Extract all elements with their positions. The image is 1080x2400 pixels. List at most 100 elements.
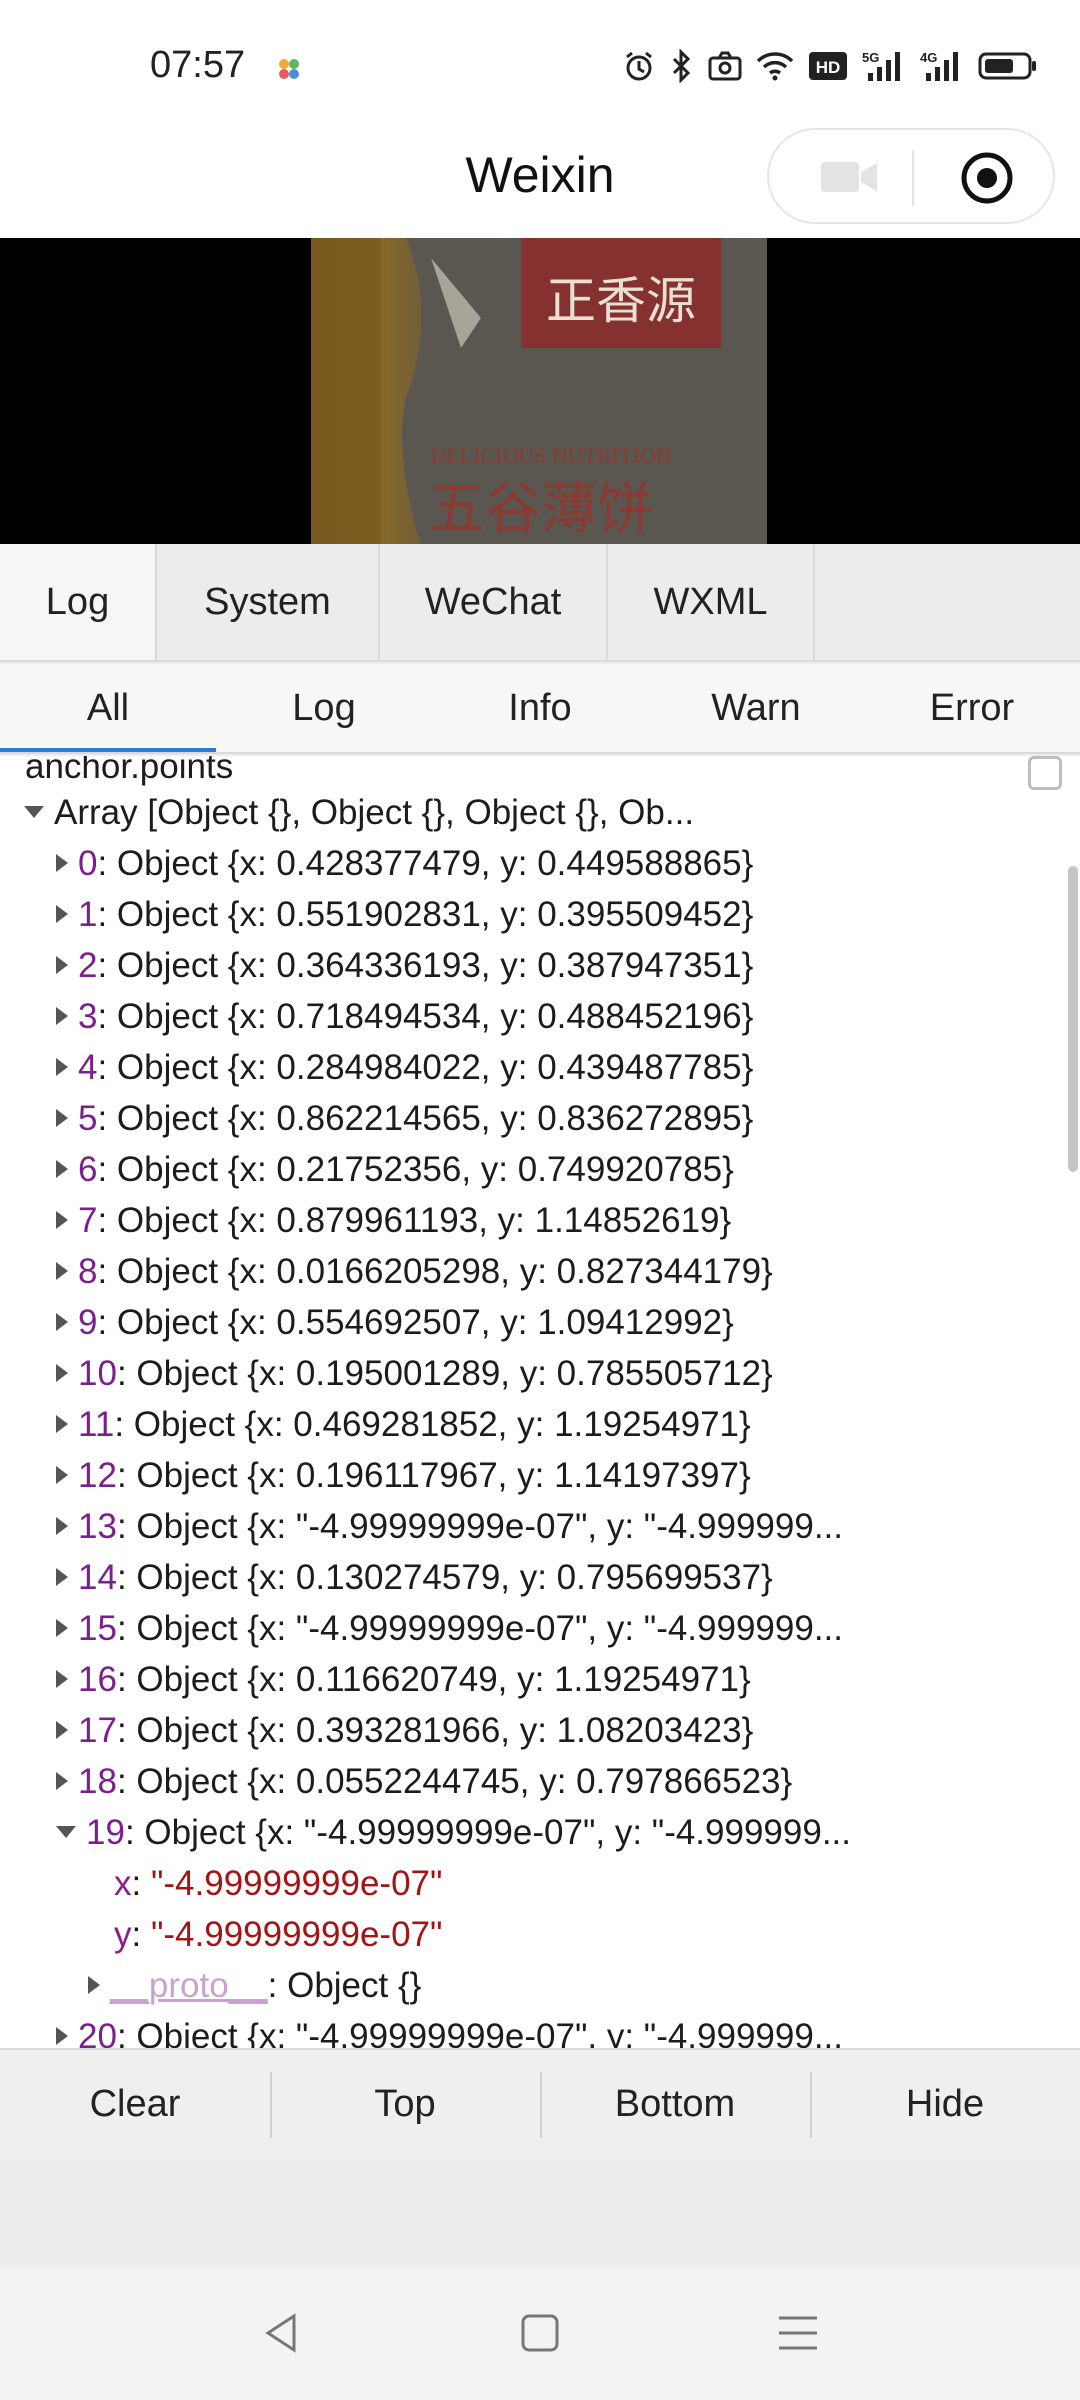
top-button[interactable]: Top	[270, 2050, 540, 2158]
object-row[interactable]: 9: Object {x: 0.554692507, y: 1.09412992…	[56, 1298, 734, 1348]
row-index: 15	[78, 1609, 117, 1648]
row-value: : Object {x: 0.130274579, y: 0.795699537…	[116, 1558, 773, 1597]
object-row[interactable]: 15: Object {x: "-4.99999999e-07", y: "-4…	[56, 1604, 843, 1654]
row-index: 17	[78, 1711, 117, 1750]
tab-log[interactable]: Log	[0, 544, 157, 660]
row-index: 13	[78, 1507, 117, 1546]
filter-all[interactable]: All	[0, 664, 216, 752]
prop-key: y	[114, 1915, 132, 1954]
proto-row[interactable]: __proto__: Object {}	[88, 1961, 421, 2011]
expand-arrow-icon[interactable]	[56, 1057, 68, 1076]
row-index: 9	[78, 1303, 98, 1342]
expand-arrow-icon[interactable]	[56, 1567, 68, 1586]
object-row[interactable]: 13: Object {x: "-4.99999999e-07", y: "-4…	[56, 1502, 843, 1552]
object-row[interactable]: 11: Object {x: 0.469281852, y: 1.1925497…	[56, 1400, 751, 1450]
camera-icon	[708, 48, 742, 84]
app-notification-icon	[279, 59, 299, 79]
expand-arrow-icon[interactable]	[56, 1414, 68, 1433]
row-value: : Object {x: 0.718494534, y: 0.488452196…	[97, 997, 754, 1036]
row-index: 5	[78, 1099, 98, 1138]
svg-text:5G: 5G	[862, 50, 879, 65]
status-bar: 07:57 HD 5G 4G	[0, 0, 1080, 120]
expand-arrow-icon[interactable]	[56, 904, 68, 923]
expand-arrow-icon[interactable]	[56, 1312, 68, 1331]
object-row[interactable]: 4: Object {x: 0.284984022, y: 0.43948778…	[56, 1043, 753, 1093]
expand-arrow-icon[interactable]	[56, 1210, 68, 1229]
scrollbar[interactable]	[1068, 866, 1078, 1172]
object-row[interactable]: 3: Object {x: 0.718494534, y: 0.48845219…	[56, 992, 753, 1042]
object-row[interactable]: 0: Object {x: 0.428377479, y: 0.44958886…	[56, 839, 753, 889]
4g-signal-icon: 4G	[920, 48, 964, 84]
filter-warn[interactable]: Warn	[648, 664, 864, 752]
hide-button[interactable]: Hide	[810, 2050, 1080, 2158]
expand-arrow-icon[interactable]	[56, 1363, 68, 1382]
object-row[interactable]: 7: Object {x: 0.879961193, y: 1.14852619…	[56, 1196, 731, 1246]
expand-arrow-icon[interactable]	[56, 1159, 68, 1178]
row-value: : Object {x: 0.116620749, y: 1.19254971}	[116, 1660, 751, 1699]
filter-log[interactable]: Log	[216, 664, 432, 752]
expand-arrow-icon[interactable]	[56, 1465, 68, 1484]
expand-arrow-icon[interactable]	[24, 805, 44, 818]
back-icon[interactable]	[258, 2308, 308, 2358]
row-value: : Object {x: "-4.99999999e-07", y: "-4.9…	[116, 1507, 843, 1546]
expand-arrow-icon[interactable]	[56, 853, 68, 872]
object-row[interactable]: 1: Object {x: 0.551902831, y: 0.39550945…	[56, 890, 753, 940]
object-row[interactable]: 19: Object {x: "-4.99999999e-07", y: "-4…	[56, 1808, 851, 1858]
prop-value: "-4.99999999e-07"	[150, 1864, 443, 1903]
expand-arrow-icon[interactable]	[56, 1720, 68, 1739]
object-row[interactable]: 14: Object {x: 0.130274579, y: 0.7956995…	[56, 1553, 773, 1603]
object-row[interactable]: 16: Object {x: 0.116620749, y: 1.1925497…	[56, 1655, 751, 1705]
log-output[interactable]: anchor.points Array [Object {}, Object {…	[0, 756, 1080, 2048]
object-row[interactable]: 10: Object {x: 0.195001289, y: 0.7855057…	[56, 1349, 773, 1399]
object-row[interactable]: 17: Object {x: 0.393281966, y: 1.0820342…	[56, 1706, 753, 1756]
row-index: 2	[78, 946, 98, 985]
object-row[interactable]: 8: Object {x: 0.0166205298, y: 0.8273441…	[56, 1247, 773, 1297]
object-row[interactable]: 20: Object {x: "-4.99999999e-07", y: "-4…	[56, 2012, 843, 2048]
expand-arrow-icon[interactable]	[56, 1261, 68, 1280]
expand-arrow-icon[interactable]	[56, 1108, 68, 1127]
expand-arrow-icon[interactable]	[56, 1618, 68, 1637]
row-index: 12	[78, 1456, 117, 1495]
filter-error[interactable]: Error	[864, 664, 1080, 752]
row-value: : Object {x: "-4.99999999e-07", y: "-4.9…	[116, 1609, 843, 1648]
menu-icon[interactable]	[773, 2308, 823, 2358]
tab-wxml[interactable]: WXML	[608, 544, 815, 660]
row-value: : Object {x: 0.0166205298, y: 0.82734417…	[97, 1252, 773, 1291]
row-value: : Object {x: 0.469281852, y: 1.19254971}	[114, 1405, 751, 1444]
object-row[interactable]: 18: Object {x: 0.0552244745, y: 0.797866…	[56, 1757, 792, 1807]
row-value: : Object {x: 0.551902831, y: 0.395509452…	[97, 895, 754, 934]
tab-wechat[interactable]: WeChat	[380, 544, 608, 660]
collapse-arrow-icon[interactable]	[56, 1825, 76, 1838]
camera-frame: 正香源 DELICIOUS NUTRITION 五谷薄饼	[311, 238, 767, 544]
object-row[interactable]: 6: Object {x: 0.21752356, y: 0.749920785…	[56, 1145, 734, 1195]
video-call-icon[interactable]	[819, 156, 879, 198]
clear-button[interactable]: Clear	[0, 2050, 270, 2158]
object-row[interactable]: 5: Object {x: 0.862214565, y: 0.83627289…	[56, 1094, 753, 1144]
expand-arrow-icon[interactable]	[56, 955, 68, 974]
log-checkbox[interactable]	[1028, 756, 1062, 790]
proto-key: __proto__	[110, 1966, 268, 2005]
close-program-icon[interactable]	[959, 150, 1015, 206]
expand-arrow-icon[interactable]	[56, 2026, 68, 2045]
expand-arrow-icon[interactable]	[56, 1771, 68, 1790]
bottom-button[interactable]: Bottom	[540, 2050, 810, 2158]
status-time: 07:57	[150, 44, 246, 86]
row-value: : Object {x: 0.196117967, y: 1.14197397}	[116, 1456, 751, 1495]
row-index: 0	[78, 844, 98, 883]
home-icon[interactable]	[515, 2308, 565, 2358]
row-value: : Object {x: "-4.99999999e-07", y: "-4.9…	[124, 1813, 851, 1852]
vconsole-panel: Log System WeChat WXML All Log Info Warn…	[0, 544, 1080, 2266]
object-row[interactable]: 12: Object {x: 0.196117967, y: 1.1419739…	[56, 1451, 751, 1501]
expand-arrow-icon[interactable]	[56, 1516, 68, 1535]
expand-arrow-icon[interactable]	[56, 1006, 68, 1025]
status-icons: HD 5G 4G	[622, 46, 1038, 86]
object-row[interactable]: 2: Object {x: 0.364336193, y: 0.38794735…	[56, 941, 753, 991]
row-value: : Object {x: "-4.99999999e-07", y: "-4.9…	[116, 2017, 843, 2048]
row-index: 3	[78, 997, 98, 1036]
svg-text:五谷薄饼: 五谷薄饼	[429, 477, 653, 542]
expand-arrow-icon[interactable]	[88, 1975, 100, 1994]
array-summary-row[interactable]: Array [Object {}, Object {}, Object {}, …	[24, 788, 694, 838]
tab-system[interactable]: System	[157, 544, 380, 660]
expand-arrow-icon[interactable]	[56, 1669, 68, 1688]
filter-info[interactable]: Info	[432, 664, 648, 752]
